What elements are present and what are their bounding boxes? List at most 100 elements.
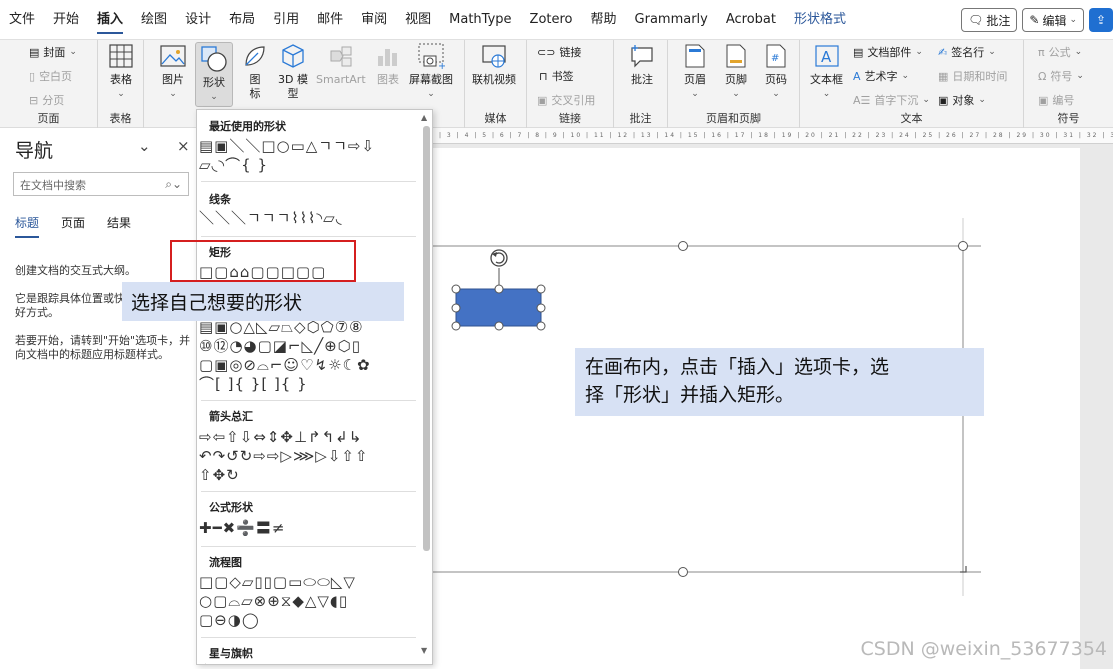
link-button[interactable]: ⊂⊃ 链接 [537, 44, 581, 60]
comments-button[interactable]: 🗨 批注 [961, 8, 1018, 32]
cover-page-button[interactable]: ▤ 封面 ⌄ [29, 44, 77, 60]
inserted-rectangle[interactable] [455, 288, 542, 327]
search-icon[interactable]: ⌕⌄ [165, 177, 182, 192]
nav-options-chevron-icon[interactable]: ⌄ [138, 137, 151, 155]
quick-parts-button[interactable]: ▤ 文档部件 ⌄ [853, 44, 923, 60]
equation-shapes-row-1[interactable]: ✚━✖➗〓≠ [199, 519, 285, 537]
lines-row-1[interactable]: ＼＼＼ㄱㄱㄱ⌇⌇⌇◝▱◟ [199, 209, 343, 227]
page-number-button[interactable]: # 页码 ⌄ [762, 42, 790, 101]
tab-home[interactable]: 开始 [44, 0, 88, 40]
arrows-row-1[interactable]: ⇨⇦⇧⇩⇔⇕✥⊥↱↰↲↳ [199, 428, 362, 446]
screenshot-button[interactable]: + 屏幕截图 ⌄ [409, 42, 453, 101]
chevron-down-icon: ⌄ [915, 47, 923, 57]
shape-handle-s[interactable] [494, 321, 504, 331]
table-button[interactable]: 表格 ⌄ [107, 42, 135, 101]
shape-handle-sw[interactable] [451, 321, 461, 331]
dropdown-scrollbar[interactable]: ▲ ▼ [421, 113, 430, 656]
shape-handle-nw[interactable] [451, 284, 461, 294]
tab-layout[interactable]: 布局 [220, 0, 264, 40]
header-button[interactable]: 页眉 ⌄ [681, 42, 709, 101]
icons-button[interactable]: 图 标 [241, 42, 269, 101]
chart-button-label: 图表 [377, 73, 399, 86]
share-icon[interactable]: ⇪ [1089, 8, 1113, 32]
flowchart-row-3[interactable]: ▢⊖◑◯ [199, 611, 260, 629]
page-number-icon: # [762, 42, 790, 70]
number-button[interactable]: ▣ 编号 [1038, 92, 1074, 108]
3d-models-button[interactable]: 3D 模 型 [278, 42, 308, 101]
stars-row-1[interactable]: ✦ [199, 660, 213, 664]
tab-view[interactable]: 视图 [396, 0, 440, 40]
divider [201, 236, 416, 237]
bookmark-button[interactable]: ⊓ 书签 [539, 68, 574, 84]
nav-tab-headings[interactable]: 标题 [15, 214, 40, 238]
wordart-icon: A [853, 69, 861, 83]
basic-shapes-row-3[interactable]: ▢▣◎⊘⌓⌐☺♡↯☼☾✿ [199, 356, 371, 374]
tab-grammarly[interactable]: Grammarly [626, 0, 717, 40]
nav-search-input[interactable]: 在文档中搜索 ⌕⌄ [13, 172, 189, 196]
page-break-button[interactable]: ⊟ 分页 [29, 92, 64, 108]
equation-button[interactable]: π 公式 ⌄ [1038, 44, 1082, 60]
shape-handle-e[interactable] [536, 303, 546, 313]
editing-button[interactable]: ✎ 编辑 ⌄ [1022, 8, 1084, 32]
shapes-button[interactable]: 形状 ⌄ [195, 42, 233, 107]
object-button[interactable]: ▣ 对象 ⌄ [938, 92, 986, 108]
wordart-button[interactable]: A 艺术字 ⌄ [853, 68, 909, 84]
online-video-button[interactable]: 联机视频 [472, 42, 516, 87]
arrows-row-2[interactable]: ↶↷↺↻⇨⇨▷⋙▷⇩⇧⇧ [199, 447, 369, 465]
flowchart-row-2[interactable]: ○▢⌓▱⊗⊕⧖◆△▽◖▯ [199, 592, 348, 610]
navigation-pane: 导航 ⌄ × 在文档中搜索 ⌕⌄ 标题 页面 结果 创建文档的交互式大纲。 它是… [0, 128, 196, 669]
footer-button[interactable]: 页脚 ⌄ [722, 42, 750, 101]
recent-shapes-row-1[interactable]: ▤▣＼＼□○▭△ㄱㄱ⇨⇩ [199, 137, 375, 155]
drop-cap-button[interactable]: A☰ 首字下沉 ⌄ [853, 92, 930, 108]
basic-shapes-row-4[interactable]: ⌒[ ]{ }[ ]{ } [199, 375, 308, 393]
tab-references[interactable]: 引用 [264, 0, 308, 40]
divider [201, 181, 416, 182]
group-label-tables: 表格 [109, 112, 132, 125]
basic-shapes-row-2[interactable]: ⑩⑫◔◕▢◪⌐◺╱⊕⬡▯ [199, 337, 361, 355]
tab-insert[interactable]: 插入 [88, 0, 132, 40]
flowchart-row-1[interactable]: □▢◇▱▯▯▢▭⬭⬭◺▽ [199, 573, 356, 591]
canvas-handle-bottom[interactable] [678, 567, 688, 577]
nav-tab-pages[interactable]: 页面 [61, 214, 85, 238]
tab-review[interactable]: 审阅 [352, 0, 396, 40]
chevron-down-icon: ⌄ [988, 47, 996, 57]
tab-mathtype[interactable]: MathType [440, 0, 520, 40]
arrows-row-3[interactable]: ⇧✥↻ [199, 466, 240, 484]
canvas-handle-top[interactable] [678, 241, 688, 251]
nav-close-icon[interactable]: × [177, 137, 190, 155]
tab-design[interactable]: 设计 [176, 0, 220, 40]
symbol-button[interactable]: Ω 符号 ⌄ [1038, 68, 1084, 84]
date-time-button[interactable]: ▦ 日期和时间 [938, 68, 1007, 84]
textbox-button[interactable]: A 文本框 ⌄ [810, 42, 843, 101]
shape-handle-ne[interactable] [536, 284, 546, 294]
scroll-thumb[interactable] [423, 126, 430, 551]
shape-handle-w[interactable] [451, 303, 461, 313]
tab-zotero[interactable]: Zotero [521, 0, 582, 40]
scroll-up-icon[interactable]: ▲ [421, 113, 427, 122]
shape-handle-se[interactable] [536, 321, 546, 331]
nav-help-line5: 向文档中的标题应用标题样式。 [15, 348, 169, 361]
rotate-handle-icon[interactable] [490, 249, 508, 267]
signature-line-button[interactable]: ✍ 签名行 ⌄ [938, 44, 996, 60]
recent-shapes-row-2[interactable]: ▱◟◝⌒{ } [199, 156, 268, 174]
horizontal-ruler[interactable]: | 3 | 4 | 5 | 6 | 7 | 8 | 9 | 10 | 11 | … [433, 128, 1113, 144]
textbox-icon: A [813, 42, 841, 70]
picture-button[interactable]: 图片 ⌄ [159, 42, 187, 101]
scroll-down-icon[interactable]: ▼ [421, 646, 427, 655]
smartart-button[interactable]: SmartArt [316, 42, 366, 87]
tab-mailings[interactable]: 邮件 [308, 0, 352, 40]
tab-draw[interactable]: 绘图 [132, 0, 176, 40]
tab-file[interactable]: 文件 [0, 0, 44, 40]
chart-button[interactable]: 图表 [374, 42, 402, 87]
new-comment-button[interactable]: 批注 [628, 42, 656, 87]
drop-cap-label: 首字下沉 [874, 94, 919, 107]
tab-shape-format[interactable]: 形状格式 [785, 0, 855, 40]
tab-help[interactable]: 帮助 [582, 0, 626, 40]
nav-tab-results[interactable]: 结果 [107, 214, 131, 238]
blank-page-button[interactable]: ▯ 空白页 [29, 68, 72, 84]
tab-acrobat[interactable]: Acrobat [717, 0, 785, 40]
shape-handle-n[interactable] [494, 284, 504, 294]
cross-reference-button[interactable]: ▣ 交叉引用 [537, 92, 595, 108]
canvas-handle-top-right[interactable] [958, 241, 968, 251]
date-time-label: 日期和时间 [952, 70, 1008, 83]
